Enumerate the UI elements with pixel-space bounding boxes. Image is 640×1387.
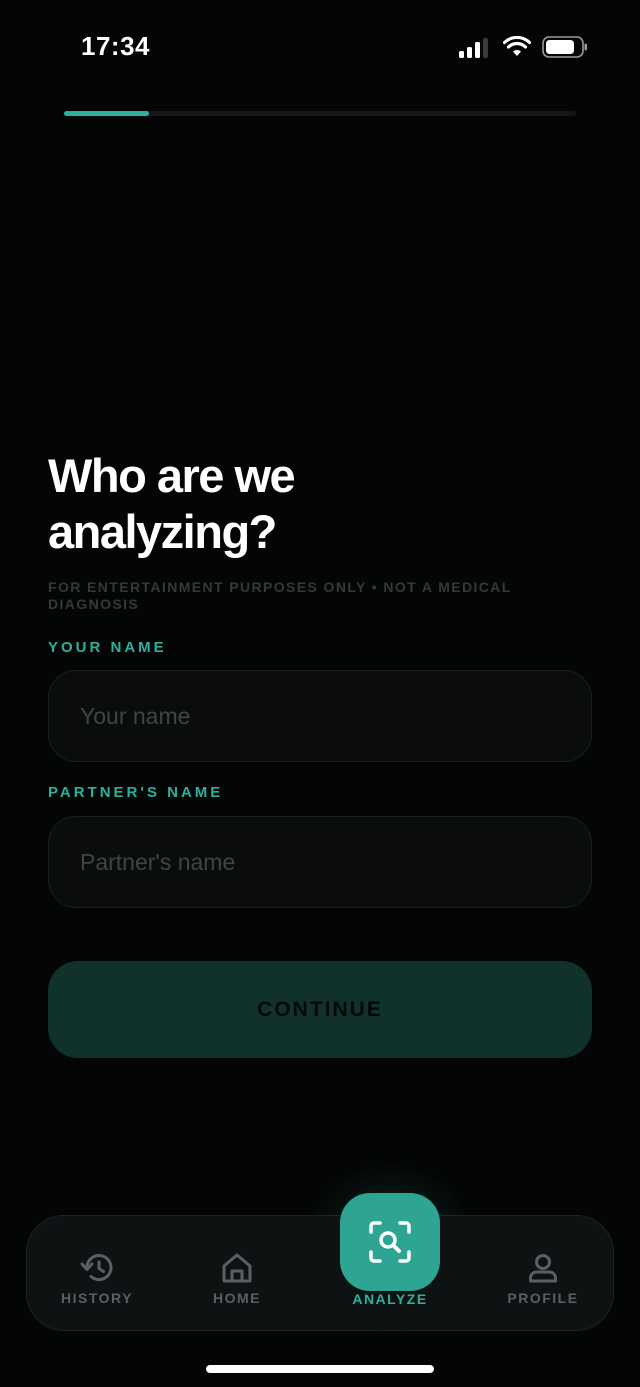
page-title-line2: analyzing?	[48, 505, 277, 558]
battery-icon	[542, 36, 587, 58]
bottom-nav: HISTORY HOME PROFILE	[26, 1215, 614, 1331]
nav-item-home[interactable]: HOME	[197, 1216, 277, 1332]
your-name-label: YOUR NAME	[48, 639, 167, 656]
progress-bar-fill	[64, 111, 149, 116]
status-bar: 17:34	[0, 0, 640, 96]
nav-label-history: HISTORY	[61, 1290, 133, 1306]
history-icon	[80, 1254, 113, 1282]
profile-icon	[529, 1254, 557, 1283]
nav-item-history[interactable]: HISTORY	[55, 1216, 139, 1332]
progress-bar	[64, 111, 576, 116]
your-name-input[interactable]	[80, 702, 591, 730]
home-icon	[222, 1253, 252, 1283]
partner-name-field[interactable]	[48, 816, 592, 908]
nav-label-analyze[interactable]: ANALYZE	[330, 1291, 450, 1307]
partner-name-input[interactable]	[80, 848, 591, 876]
partner-name-label: PARTNER'S NAME	[48, 784, 224, 801]
page-title: Who are we analyzing?	[48, 448, 568, 560]
continue-button[interactable]: CONTINUE	[48, 961, 592, 1058]
onboarding-screen: 17:34 Who are we analyzing? FOR ENTERTAI…	[0, 0, 640, 1387]
disclaimer-text: FOR ENTERTAINMENT PURPOSES ONLY • NOT A …	[48, 579, 512, 612]
home-indicator	[206, 1365, 434, 1373]
status-time: 17:34	[81, 31, 150, 61]
your-name-field[interactable]	[48, 670, 592, 762]
cellular-signal-icon	[459, 38, 488, 58]
nav-label-home: HOME	[213, 1290, 261, 1306]
wifi-icon	[503, 36, 531, 56]
page-title-line1: Who are we	[48, 449, 296, 502]
scan-search-icon	[369, 1221, 411, 1263]
nav-label-profile: PROFILE	[507, 1290, 579, 1306]
analyze-button[interactable]	[340, 1193, 440, 1291]
nav-item-profile[interactable]: PROFILE	[497, 1216, 589, 1332]
